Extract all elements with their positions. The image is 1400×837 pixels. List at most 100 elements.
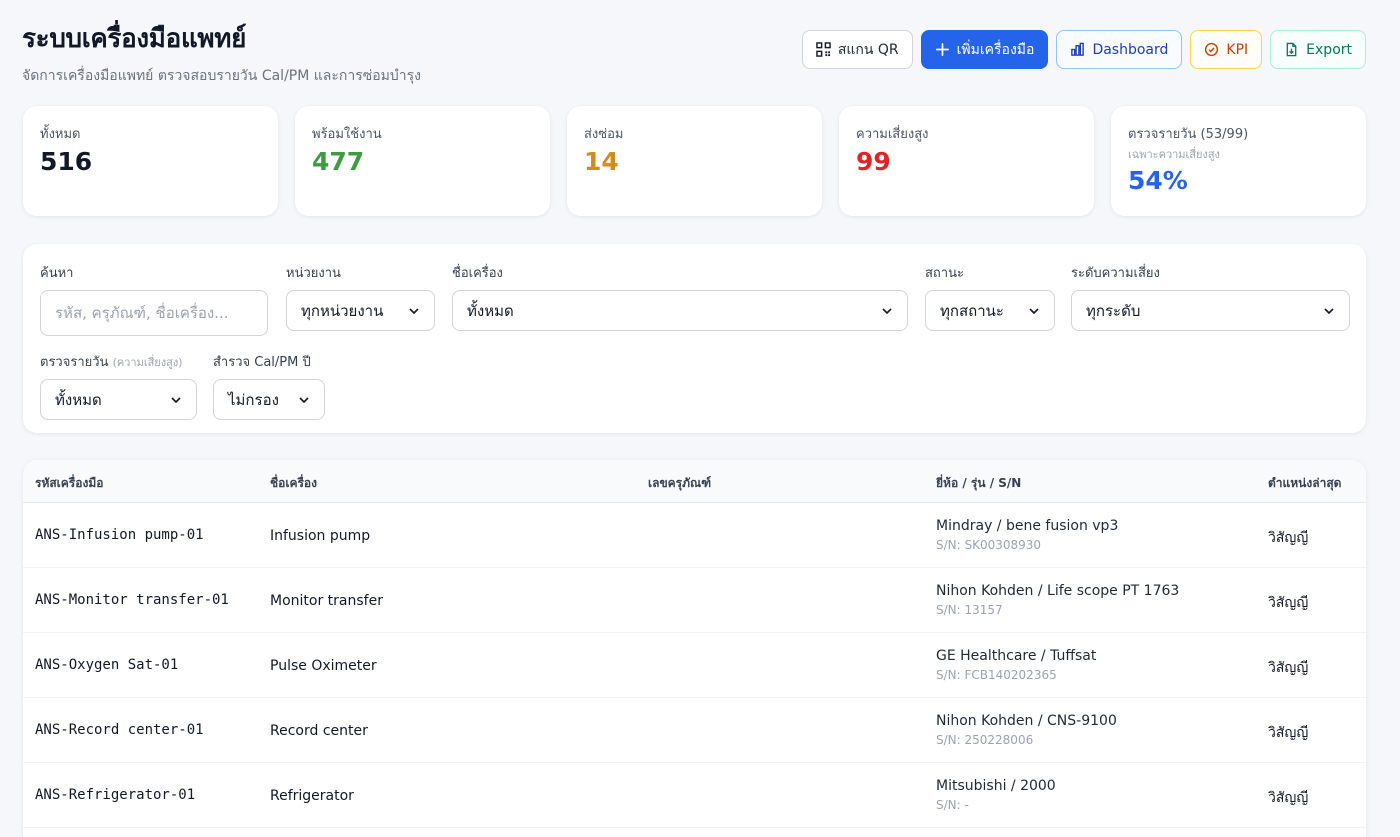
cell-device-code: ANS-Oxygen Sat-01	[35, 657, 179, 673]
table-row[interactable]: ANS-Monitor transfer-01 Monitor transfer N…	[23, 568, 1366, 633]
filter-panel: ค้นหา รหัส, ครุภัณฑ์, ชื่อเครื่อง... หน่…	[23, 244, 1366, 433]
cell-location: วิสัญญี	[1268, 530, 1309, 546]
device-name-select[interactable]: ทั้งหมด	[452, 290, 908, 331]
kpi-button[interactable]: KPI	[1190, 30, 1263, 69]
daily-check-select[interactable]: ทั้งหมด	[40, 379, 197, 420]
add-device-button[interactable]: เพิ่มเครื่องมือ	[920, 30, 1049, 69]
brand-model-text: GE Healthcare / Tuffsat	[936, 648, 1097, 664]
serial-number-text: S/N: SK00308930	[936, 538, 1042, 552]
risk-select[interactable]: ทุกระดับ	[1071, 290, 1350, 331]
status-label: สถานะ	[925, 266, 964, 281]
stat-value: 516	[40, 147, 93, 176]
stat-value: 54%	[1128, 166, 1188, 195]
table-header: รหัสเครื่องมือ ชื่อเครื่อง เลขครุภัณฑ์ ย…	[23, 460, 1366, 503]
daily-check-label-note: (ความเสี่ยงสูง)	[112, 356, 183, 369]
column-header-name[interactable]: ชื่อเครื่อง	[270, 474, 317, 493]
risk-select-value: ทุกระดับ	[1086, 301, 1141, 320]
column-header-asset[interactable]: เลขครุภัณฑ์	[648, 474, 711, 493]
cell-device-name: Monitor transfer	[270, 593, 383, 609]
table-row[interactable]: ANS-Infusion pump-01 Infusion pump Mindray…	[23, 503, 1366, 568]
chevron-down-icon	[882, 307, 892, 314]
cell-device-name: Infusion pump	[270, 528, 371, 544]
dashboard-label: Dashboard	[1092, 41, 1169, 58]
serial-number-text: S/N: FCB140202365	[936, 668, 1057, 682]
stat-label: ความเสี่ยงสูง	[856, 127, 929, 142]
chevron-down-icon	[171, 396, 181, 403]
device-name-select-value: ทั้งหมด	[467, 301, 514, 320]
table-row[interactable]: ANS-Refrigerator-01 Refrigerator Mitsubish…	[23, 763, 1366, 828]
cell-device-code: ANS-Monitor transfer-01	[35, 592, 229, 608]
check-circle-icon	[1205, 42, 1219, 57]
cell-device-code: ANS-Infusion pump-01	[35, 527, 204, 543]
brand-model-text: Nihon Kohden / CNS-9100	[936, 713, 1117, 729]
stat-sublabel: เฉพาะความเสี่ยงสูง	[1128, 148, 1220, 161]
export-button[interactable]: Export	[1270, 30, 1366, 69]
cal-pm-label: สำรวจ Cal/PM ปี	[213, 355, 311, 370]
kpi-label: KPI	[1226, 41, 1249, 58]
search-input[interactable]: รหัส, ครุภัณฑ์, ชื่อเครื่อง...	[40, 290, 268, 336]
risk-field: ระดับความเสี่ยง ทุกระดับ	[1071, 262, 1350, 331]
brand-model-text: Mindray / bene fusion vp3	[936, 518, 1119, 534]
chevron-down-icon	[1324, 307, 1334, 314]
stat-card-ready: พร้อมใช้งาน 477	[295, 106, 550, 216]
chevron-down-icon	[299, 396, 309, 403]
column-header-location[interactable]: ตำแหน่งล่าสุด	[1268, 474, 1341, 493]
stat-label: ตรวจรายวัน (53/99)	[1128, 127, 1249, 142]
unit-field: หน่วยงาน ทุกหน่วยงาน	[286, 262, 435, 331]
status-select-value: ทุกสถานะ	[940, 301, 1004, 320]
cell-location: วิสัญญี	[1268, 725, 1309, 741]
dashboard-button[interactable]: Dashboard	[1056, 30, 1183, 69]
column-header-brand[interactable]: ยี่ห้อ / รุ่น / S/N	[936, 474, 1021, 493]
page-subtitle: จัดการเครื่องมือแพทย์ ตรวจสอบรายวัน Cal/…	[22, 68, 421, 84]
cell-location: วิสัญญี	[1268, 790, 1309, 806]
scan-qr-button[interactable]: สแกน QR	[801, 30, 913, 69]
brand-model-text: Mitsubishi / 2000	[936, 778, 1056, 794]
cell-brand-model: Mindray / bene fusion vp3 S/N: SK00308930	[936, 518, 1118, 552]
stat-card-high-risk: ความเสี่ยงสูง 99	[839, 106, 1094, 216]
chevron-down-icon	[1029, 307, 1039, 314]
cell-brand-model: Mitsubishi / 2000 S/N: -	[936, 778, 1056, 812]
cell-brand-model: Nihon Kohden / Life scope PT 1763 S/N: 13…	[936, 583, 1179, 617]
column-header-code[interactable]: รหัสเครื่องมือ	[35, 474, 103, 493]
daily-check-label: ตรวจรายวัน (ความเสี่ยงสูง)	[40, 351, 197, 372]
serial-number-text: S/N: 250228006	[936, 733, 1034, 747]
status-field: สถานะ ทุกสถานะ	[925, 262, 1055, 331]
device-name-label: ชื่อเครื่อง	[452, 266, 503, 281]
page-header: ระบบเครื่องมือแพทย์ จัดการเครื่องมือแพทย…	[22, 18, 421, 87]
stat-card-repair: ส่งซ่อม 14	[567, 106, 822, 216]
search-field: ค้นหา รหัส, ครุภัณฑ์, ชื่อเครื่อง...	[40, 262, 268, 336]
unit-select-value: ทุกหน่วยงาน	[301, 301, 384, 320]
add-device-label: เพิ่มเครื่องมือ	[956, 41, 1035, 58]
status-select[interactable]: ทุกสถานะ	[925, 290, 1055, 331]
plus-icon	[935, 43, 949, 56]
daily-check-field: ตรวจรายวัน (ความเสี่ยงสูง) ทั้งหมด	[40, 351, 197, 420]
stat-card-daily-check: ตรวจรายวัน (53/99) เฉพาะความเสี่ยงสูง 54…	[1111, 106, 1366, 216]
unit-select[interactable]: ทุกหน่วยงาน	[286, 290, 435, 331]
cell-brand-model: Nihon Kohden / CNS-9100 S/N: 250228006	[936, 713, 1117, 747]
stat-label: ส่งซ่อม	[584, 127, 624, 142]
scan-qr-label: สแกน QR	[837, 41, 899, 58]
qr-code-icon	[816, 42, 831, 57]
cal-pm-select[interactable]: ไม่กรอง	[213, 379, 325, 420]
daily-check-select-value: ทั้งหมด	[55, 390, 102, 409]
stat-label: พร้อมใช้งาน	[312, 127, 382, 142]
serial-number-text: S/N: -	[936, 798, 969, 812]
table-body: ANS-Infusion pump-01 Infusion pump Mindray…	[23, 503, 1366, 828]
cell-brand-model: GE Healthcare / Tuffsat S/N: FCB140202365	[936, 648, 1096, 682]
stat-label: ทั้งหมด	[40, 127, 81, 142]
cell-device-name: Refrigerator	[270, 788, 354, 804]
cal-pm-select-value: ไม่กรอง	[228, 390, 279, 409]
file-export-icon	[1286, 42, 1297, 57]
device-table: รหัสเครื่องมือ ชื่อเครื่อง เลขครุภัณฑ์ ย…	[23, 460, 1366, 837]
export-label: Export	[1306, 41, 1352, 58]
bar-chart-icon	[1071, 42, 1085, 56]
cell-device-name: Record center	[270, 723, 368, 739]
cell-location: วิสัญญี	[1268, 660, 1309, 676]
table-row[interactable]: ANS-Record center-01 Record center Nihon K…	[23, 698, 1366, 763]
page-title: ระบบเครื่องมือแพทย์	[22, 24, 247, 54]
stat-value: 14	[584, 147, 619, 176]
stat-value: 477	[312, 147, 365, 176]
cell-device-code: ANS-Record center-01	[35, 722, 204, 738]
stat-card-total: ทั้งหมด 516	[23, 106, 278, 216]
table-row[interactable]: ANS-Oxygen Sat-01 Pulse Oximeter GE Health…	[23, 633, 1366, 698]
